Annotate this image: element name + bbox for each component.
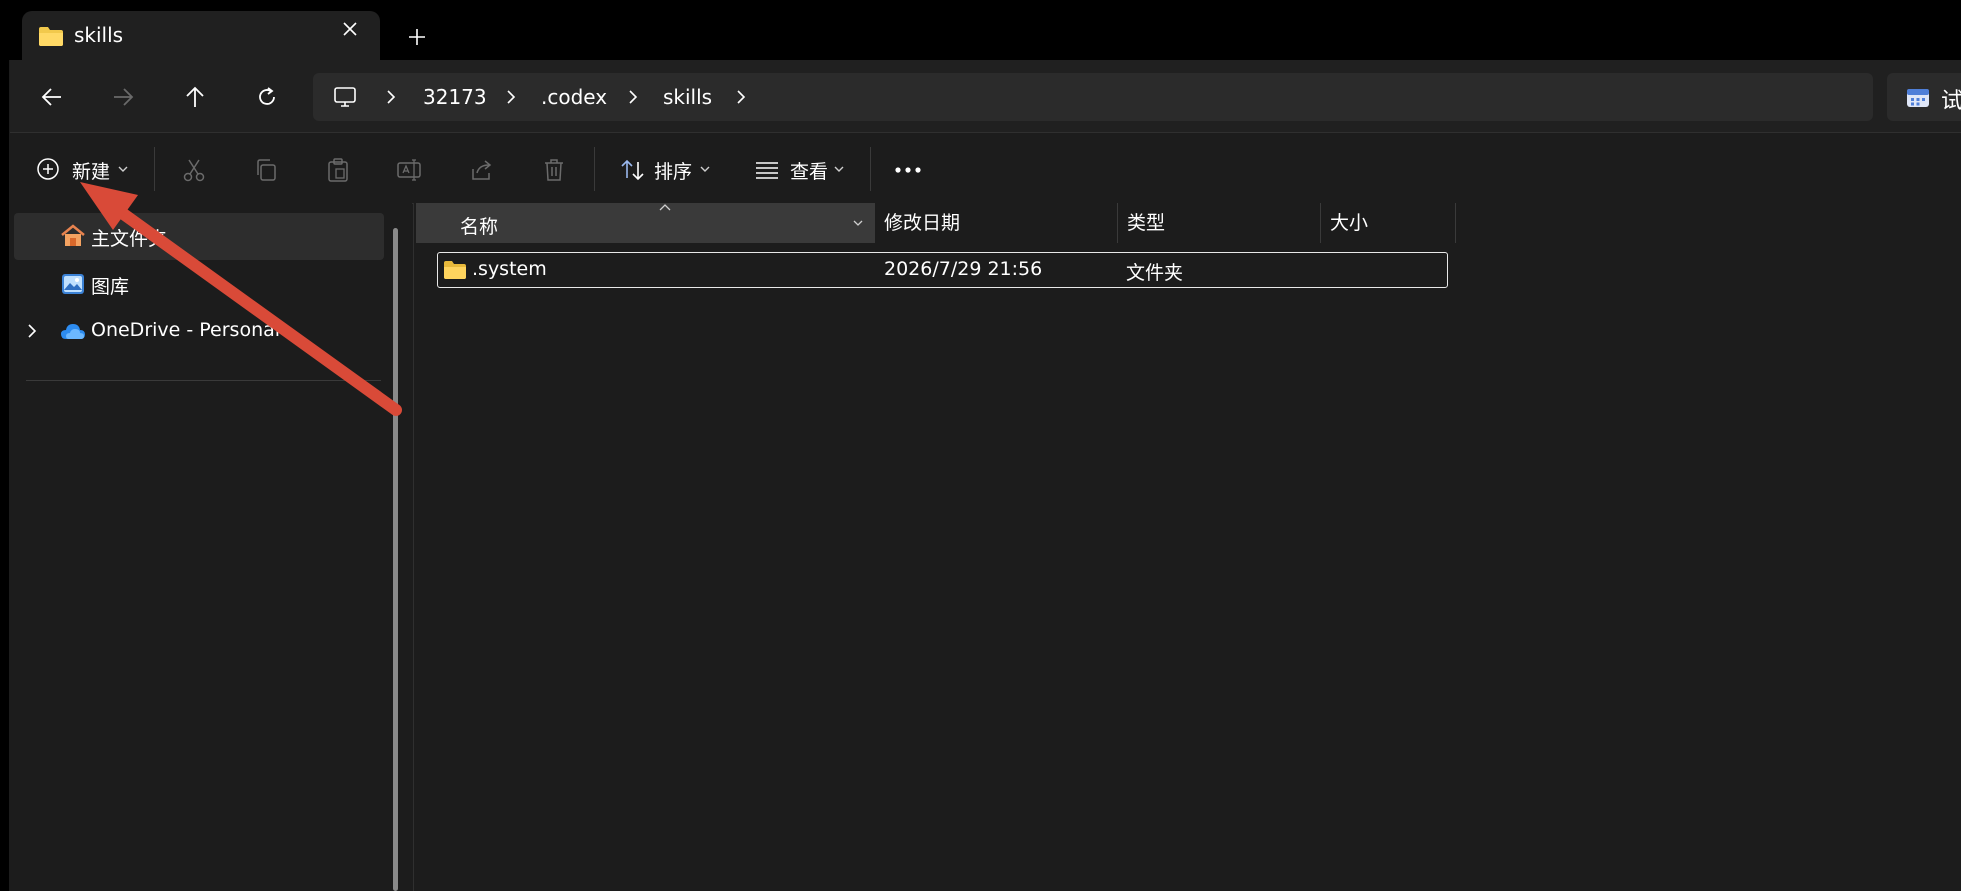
delete-icon — [545, 159, 563, 181]
cut-button[interactable] — [176, 152, 212, 188]
tab-skills[interactable]: skills — [22, 11, 380, 60]
file-name: .system — [472, 258, 547, 280]
rename-button[interactable] — [392, 152, 428, 188]
folder-icon — [443, 260, 467, 280]
rename-icon — [397, 159, 421, 181]
column-header-type[interactable]: 类型 — [1117, 203, 1320, 243]
plus-circle-icon — [36, 157, 60, 181]
copy-button[interactable] — [248, 152, 284, 188]
sidebar-item-label: 主文件夹 — [91, 228, 168, 250]
paste-icon — [328, 158, 348, 182]
sidebar-item-label: OneDrive - Personal — [91, 319, 281, 341]
up-button[interactable] — [170, 72, 220, 122]
monitor-icon[interactable] — [333, 85, 357, 109]
share-button[interactable] — [464, 152, 500, 188]
breadcrumb-codex[interactable]: .codex — [541, 73, 607, 121]
chevron-down-icon — [700, 165, 710, 173]
share-icon — [472, 160, 492, 180]
new-button-label: 新建 — [72, 161, 111, 183]
more-options-button[interactable] — [890, 152, 926, 188]
new-button[interactable]: 新建 — [32, 152, 136, 188]
refresh-icon — [259, 87, 275, 105]
sort-icon — [620, 158, 646, 182]
copy-icon — [257, 159, 276, 181]
gallery-icon — [61, 273, 85, 295]
sidebar-divider — [26, 380, 381, 381]
search-box[interactable]: 试 — [1887, 73, 1961, 121]
arrow-right-icon — [114, 88, 134, 106]
column-divider[interactable] — [1455, 203, 1456, 243]
breadcrumb-32173[interactable]: 32173 — [423, 73, 487, 121]
column-header-modified[interactable]: 修改日期 — [874, 203, 1117, 243]
folder-icon — [38, 25, 64, 47]
sort-label: 排序 — [654, 161, 693, 183]
sort-button[interactable]: 排序 — [616, 152, 716, 188]
file-modified: 2026/7/29 21:56 — [884, 258, 1043, 280]
address-bar[interactable]: 32173 .codex skills — [313, 73, 1873, 121]
view-label: 查看 — [790, 161, 829, 183]
chevron-right-icon[interactable] — [26, 322, 38, 340]
chevron-right-icon[interactable] — [385, 87, 397, 107]
forward-button[interactable] — [98, 72, 148, 122]
plus-icon — [409, 29, 425, 45]
refresh-button[interactable] — [242, 72, 292, 122]
file-list — [414, 203, 1961, 891]
chevron-right-icon[interactable] — [627, 87, 639, 107]
chevron-down-icon — [834, 165, 844, 173]
calendar-icon — [1905, 85, 1931, 109]
column-header-size[interactable]: 大小 — [1320, 203, 1455, 243]
new-tab-button[interactable] — [400, 20, 434, 54]
sidebar-item-home[interactable]: 主文件夹 — [14, 213, 384, 260]
arrow-left-icon — [41, 88, 61, 106]
navigation-pane — [10, 203, 412, 891]
file-type: 文件夹 — [1126, 262, 1184, 284]
sort-ascending-icon — [658, 203, 672, 213]
close-icon[interactable] — [334, 13, 366, 45]
breadcrumb-skills[interactable]: skills — [663, 73, 712, 121]
chevron-right-icon[interactable] — [505, 87, 517, 107]
column-header-label: 名称 — [460, 216, 499, 238]
chevron-down-icon[interactable] — [852, 219, 864, 227]
toolbar-divider — [154, 147, 155, 191]
sidebar-scrollbar[interactable] — [393, 228, 398, 891]
toolbar-divider — [594, 147, 595, 191]
search-text: 试 — [1941, 89, 1961, 114]
column-header-name[interactable]: 名称 — [416, 203, 874, 243]
sidebar-item-gallery[interactable]: 图库 — [14, 261, 384, 306]
delete-button[interactable] — [536, 152, 572, 188]
command-bar — [10, 132, 1961, 204]
cloud-icon — [60, 322, 86, 340]
window-edge — [0, 0, 9, 891]
view-button[interactable]: 查看 — [750, 152, 850, 188]
list-view-icon — [754, 160, 780, 180]
sidebar-item-label: 图库 — [91, 276, 130, 298]
more-icon — [895, 167, 921, 173]
paste-button[interactable] — [320, 152, 356, 188]
arrow-up-icon — [186, 86, 204, 107]
chevron-right-icon[interactable] — [735, 87, 747, 107]
tab-title: skills — [74, 23, 124, 47]
sidebar-item-onedrive[interactable]: OneDrive - Personal — [14, 308, 384, 353]
back-button[interactable] — [27, 72, 77, 122]
column-divider[interactable] — [852, 203, 853, 243]
chevron-down-icon — [118, 165, 128, 173]
cut-icon — [183, 159, 205, 182]
home-icon — [60, 224, 86, 248]
toolbar-divider — [870, 147, 871, 191]
